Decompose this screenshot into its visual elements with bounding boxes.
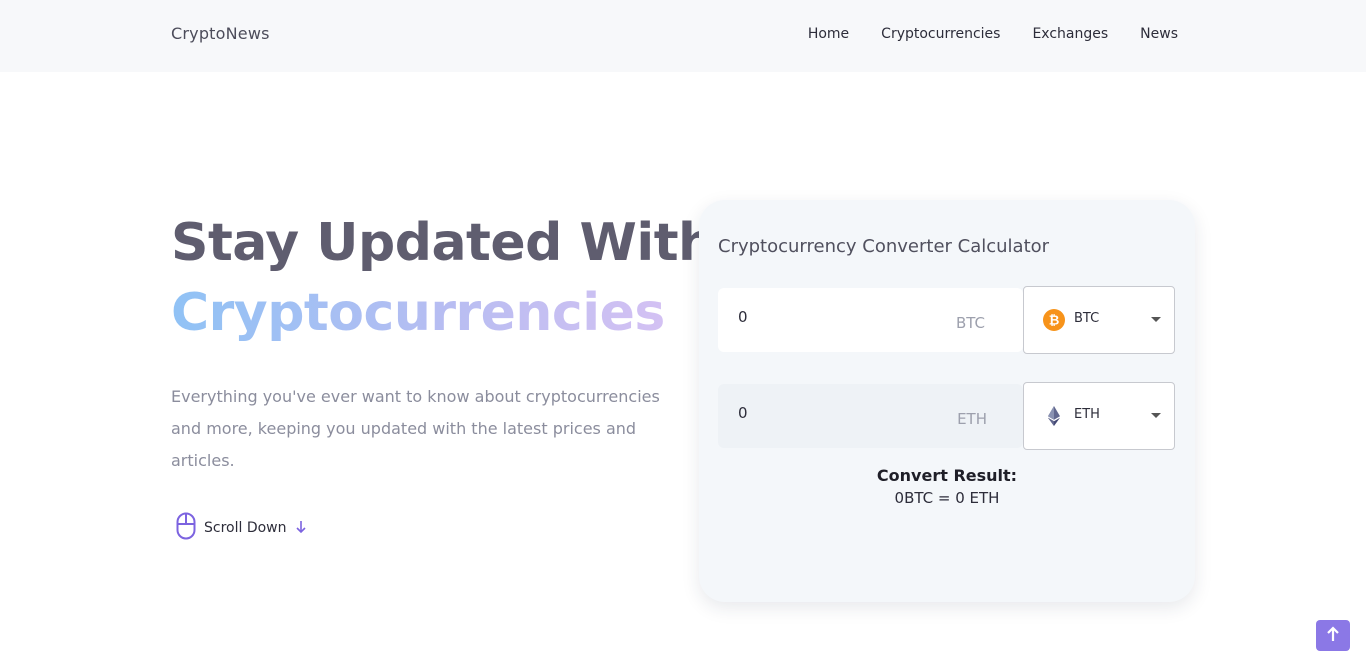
converter-card: Cryptocurrency Converter Calculator BTC … bbox=[699, 200, 1195, 602]
convert-result-title: Convert Result: bbox=[876, 466, 1018, 485]
nav-link-home[interactable]: Home bbox=[808, 26, 849, 42]
svg-text:₿: ₿ bbox=[1049, 314, 1060, 329]
mouse-icon bbox=[176, 512, 196, 544]
from-currency-select[interactable]: ₿ BTC bbox=[1023, 286, 1175, 354]
ethereum-icon bbox=[1043, 405, 1065, 427]
hero-title-highlight: Cryptocurrencies bbox=[171, 278, 715, 348]
hero-title: Stay Updated With Cryptocurrencies bbox=[171, 208, 715, 348]
to-currency-symbol: ETH bbox=[1074, 407, 1100, 422]
nav-link-cryptocurrencies[interactable]: Cryptocurrencies bbox=[881, 26, 1000, 42]
hero-title-line1: Stay Updated With bbox=[171, 213, 715, 273]
from-amount-box: BTC bbox=[718, 288, 1023, 352]
arrow-up-icon bbox=[1326, 625, 1340, 646]
chevron-down-icon bbox=[1151, 317, 1161, 322]
chevron-down-icon bbox=[1151, 413, 1161, 418]
bitcoin-icon: ₿ bbox=[1043, 309, 1065, 331]
to-amount-input[interactable] bbox=[738, 404, 938, 422]
from-unit-label: BTC bbox=[955, 314, 985, 332]
from-amount-input[interactable] bbox=[738, 308, 938, 326]
scroll-down-label: Scroll Down bbox=[204, 520, 287, 536]
logo[interactable]: CryptoNews bbox=[171, 24, 270, 43]
converter-to-row: ETH ETH bbox=[718, 382, 1175, 450]
converter-title: Cryptocurrency Converter Calculator bbox=[718, 236, 1050, 257]
convert-result: Convert Result: 0BTC = 0 ETH bbox=[699, 466, 1195, 507]
header: CryptoNews Home Cryptocurrencies Exchang… bbox=[0, 0, 1366, 72]
to-currency-select[interactable]: ETH bbox=[1023, 382, 1175, 450]
from-currency-symbol: BTC bbox=[1074, 311, 1100, 326]
to-unit-label: ETH bbox=[957, 410, 987, 428]
convert-result-value: 0BTC = 0 ETH bbox=[894, 489, 1000, 507]
back-to-top-button[interactable] bbox=[1316, 620, 1350, 651]
nav-link-news[interactable]: News bbox=[1140, 26, 1178, 42]
main-nav: Home Cryptocurrencies Exchanges News bbox=[808, 26, 1178, 42]
to-amount-box: ETH bbox=[718, 384, 1023, 448]
converter-from-row: BTC ₿ BTC bbox=[718, 286, 1175, 354]
hero-description: Everything you've ever want to know abou… bbox=[171, 387, 660, 470]
nav-link-exchanges[interactable]: Exchanges bbox=[1032, 26, 1108, 42]
scroll-down-link[interactable]: Scroll Down bbox=[176, 512, 307, 544]
arrow-down-icon bbox=[295, 519, 307, 538]
